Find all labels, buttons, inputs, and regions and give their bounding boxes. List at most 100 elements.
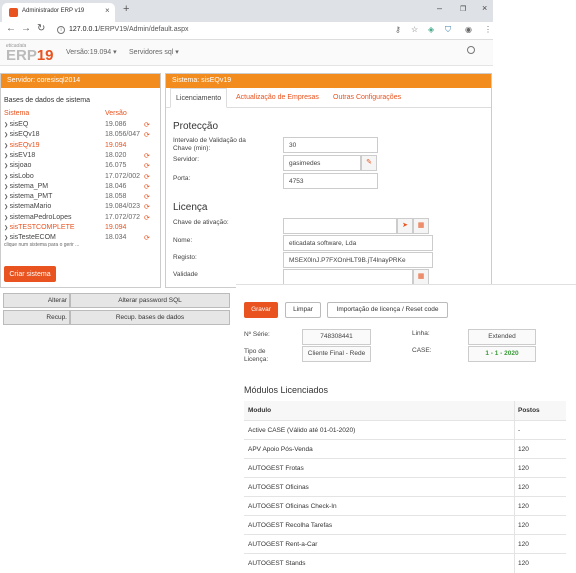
clear-button[interactable]: Limpar (285, 302, 321, 318)
name-label: Nome: (173, 237, 193, 244)
system-name-text: sisLobo (9, 172, 34, 180)
system-version: 18.058 (105, 193, 127, 201)
logo-text: ERP (6, 47, 37, 64)
system-row[interactable]: ❯ sistema_PM 18.046 ⟳ (1, 183, 161, 193)
create-system-button[interactable]: Criar sistema (4, 266, 56, 282)
system-version: 19.094 (105, 224, 127, 231)
refresh-icon[interactable]: ⟳ (144, 162, 150, 170)
modules-title: Módulos Licenciados (244, 385, 329, 395)
system-name: ❯ sisEV18 (4, 152, 35, 159)
validity-calendar-icon[interactable]: ▦ (413, 269, 429, 285)
account-icon[interactable]: ◉ (465, 25, 472, 34)
module-posts: - (518, 427, 521, 434)
refresh-icon[interactable]: ⟳ (144, 203, 150, 211)
activation-input[interactable] (283, 218, 397, 234)
refresh-icon[interactable]: ⟳ (144, 173, 150, 181)
module-name: AUTOGEST Stands (248, 560, 306, 567)
edit-pencil-icon[interactable]: ✎ (361, 155, 377, 171)
servers-menu[interactable]: Servidores sql ▾ (129, 48, 179, 56)
module-name: AUTOGEST Rent-a-Car (248, 541, 318, 548)
system-row[interactable]: ❯ sistema_PMT 18.058 ⟳ (1, 193, 161, 203)
license-type-value: Cliente Final - Rede (302, 346, 371, 362)
recover-databases-button[interactable]: Recup. bases de dados (70, 310, 230, 325)
refresh-icon[interactable]: ⟳ (144, 121, 150, 129)
validation-input[interactable]: 30 (283, 137, 378, 153)
address-bar[interactable]: 127.0.0.1/ERPV19/Admin/default.aspx (69, 26, 188, 33)
new-tab-button[interactable]: + (123, 3, 129, 15)
col-module-header: Modulo (248, 407, 272, 414)
system-tabs: Licenciamento Actualização de Empresas O… (166, 88, 491, 108)
system-row[interactable]: ❯ sistemaMario 19.084/023 ⟳ (1, 203, 161, 213)
system-row[interactable]: ❯ sisEQ 19.086 ⟳ (1, 121, 161, 131)
system-row[interactable]: ❯ sisEQv18 18.056/047 ⟳ (1, 131, 161, 141)
tab-licensing[interactable]: Licenciamento (170, 88, 228, 108)
module-row: AUTOGEST Oficinas Check-In 120 (244, 496, 566, 516)
menu-dots-icon[interactable]: ⋮ (484, 25, 492, 34)
version-menu[interactable]: Versão:19.094 ▾ (66, 48, 117, 56)
system-version: 18.034 (105, 234, 127, 242)
refresh-icon[interactable]: ⟳ (144, 131, 150, 139)
maximize-button[interactable]: ❐ (460, 5, 466, 13)
refresh-icon[interactable]: ⟳ (144, 193, 150, 201)
import-license-button[interactable]: Importação de licença / Reset code (327, 302, 448, 318)
tab-company-update[interactable]: Actualização de Empresas (236, 88, 319, 108)
refresh-icon[interactable]: ⟳ (144, 183, 150, 191)
validity-label: Validade (173, 271, 198, 278)
validity-input[interactable] (283, 269, 413, 285)
recover-button[interactable]: Recup. (3, 310, 70, 325)
window-close-button[interactable]: × (482, 3, 487, 13)
modules-header-row: Modulo Postos (244, 401, 566, 420)
system-name: ❯ sisEQv19 (4, 142, 40, 149)
info-icon[interactable]: i (57, 26, 65, 34)
system-title: Sistema: sisEQv19 (166, 74, 491, 88)
logo-number: 19 (36, 47, 54, 64)
line-value: Extended (468, 329, 536, 345)
serial-value: 748308441 (302, 329, 371, 345)
port-input[interactable]: 4753 (283, 173, 378, 189)
star-icon[interactable]: ☆ (411, 25, 418, 34)
browser-tab[interactable]: Administrador ERP v19 × (2, 3, 115, 22)
refresh-icon[interactable]: ⟳ (144, 152, 150, 160)
shield-icon[interactable]: ⛉ (445, 25, 451, 35)
forward-arrow-icon[interactable]: → (21, 23, 31, 34)
server-label: Servidor: (173, 156, 200, 163)
key-icon[interactable]: ⚷ (395, 25, 401, 34)
alter-button[interactable]: Alterar (3, 293, 70, 308)
registry-input[interactable]: MSEX0lnJ.P7FXOnHLT9B.jT4lnayPRKe (283, 252, 433, 268)
system-name-text: sistema_PMT (9, 193, 53, 201)
server-input[interactable]: gasimedes (283, 155, 361, 171)
server-panel: Servidor: coresisql2014 Bases de dados d… (0, 73, 161, 288)
tab-other-settings[interactable]: Outras Configurações (333, 88, 401, 108)
system-row[interactable]: ❯ sisTESTCOMPLETE 19.094 (1, 224, 161, 234)
back-arrow-icon[interactable]: ← (6, 23, 16, 34)
system-row[interactable]: ❯ sisEQv19 19.094 (1, 142, 161, 152)
save-button[interactable]: Gravar (244, 302, 278, 318)
module-posts: 120 (518, 446, 529, 453)
module-posts: 120 (518, 541, 529, 548)
name-input[interactable]: eticadata software, Lda (283, 235, 433, 251)
system-row[interactable]: ❯ sisjoao 16.075 ⟳ (1, 162, 161, 172)
module-row: AUTOGEST Frotas 120 (244, 458, 566, 478)
reload-icon[interactable]: ↻ (37, 23, 45, 34)
refresh-icon[interactable]: ⟳ (144, 214, 150, 222)
system-panel: Sistema: sisEQv19 Licenciamento Actualiz… (165, 73, 492, 288)
system-name: ❯ sisLobo (4, 173, 34, 180)
minimize-button[interactable]: – (437, 3, 442, 13)
extension-icon[interactable]: ◈ (428, 25, 434, 34)
app-header: eticadata ERP19 Versão:19.094 ▾ Servidor… (0, 40, 493, 66)
key-action-icon[interactable]: ➤ (397, 218, 413, 234)
alter-sql-password-button[interactable]: Alterar password SQL (70, 293, 230, 308)
system-row[interactable]: ❯ sistemaPedroLopes 17.072/072 ⟳ (1, 214, 161, 224)
module-posts: 120 (518, 465, 529, 472)
power-icon[interactable] (467, 46, 475, 54)
refresh-icon[interactable]: ⟳ (144, 234, 150, 242)
system-row[interactable]: ❯ sisEV18 18.020 ⟳ (1, 152, 161, 162)
system-name-text: sisTESTCOMPLETE (9, 224, 75, 231)
system-row[interactable]: ❯ sisLobo 17.072/002 ⟳ (1, 173, 161, 183)
tab-close-icon[interactable]: × (105, 6, 110, 15)
system-name-text: sisEQv18 (9, 131, 40, 139)
calendar-icon[interactable]: ▦ (413, 218, 429, 234)
system-name: ❯ sistema_PM (4, 183, 48, 190)
system-name: ❯ sisEQ (4, 121, 28, 128)
server-title: Servidor: coresisql2014 (1, 74, 160, 88)
